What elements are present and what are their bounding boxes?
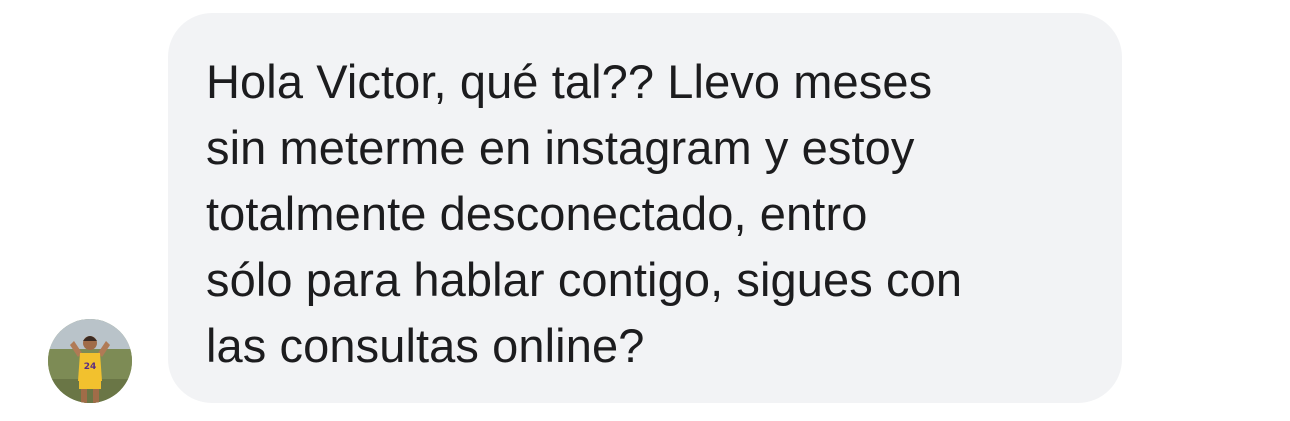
svg-text:24: 24 bbox=[84, 362, 97, 372]
avatar-photo: 24 bbox=[48, 319, 132, 403]
message-text: Hola Victor, qué tal?? Llevo meses sin m… bbox=[206, 55, 963, 372]
message-row: 24 Hola Victor, qué tal?? Llevo meses si… bbox=[0, 0, 1290, 421]
sender-avatar[interactable]: 24 bbox=[48, 319, 132, 403]
message-bubble[interactable]: Hola Victor, qué tal?? Llevo meses sin m… bbox=[168, 13, 1122, 403]
